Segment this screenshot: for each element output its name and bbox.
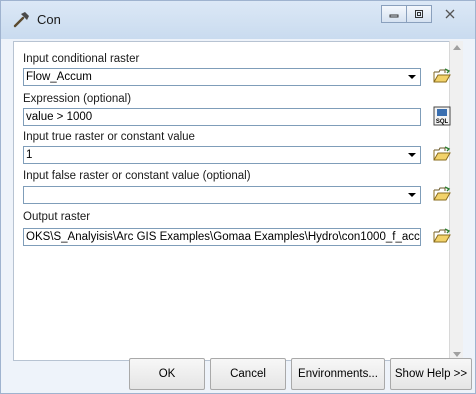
window-title: Con	[37, 12, 61, 27]
output-raster-label: Output raster	[23, 211, 91, 223]
sql-label: SQL	[436, 119, 449, 125]
hammer-icon	[13, 10, 31, 28]
input-raster-value: Flow_Accum	[26, 71, 92, 83]
show-help-button[interactable]: Show Help >>	[390, 358, 472, 390]
environments-button[interactable]: Environments...	[291, 358, 385, 390]
true-raster-select[interactable]: 1	[23, 146, 421, 164]
expression-input[interactable]: value > 1000	[23, 108, 421, 126]
open-folder-icon[interactable]	[431, 225, 453, 247]
open-folder-icon[interactable]	[431, 183, 453, 205]
false-raster-select[interactable]	[23, 186, 421, 204]
false-raster-label: Input false raster or constant value (op…	[23, 170, 251, 182]
output-raster-value: OKS\S_Analyisis\Arc GIS Examples\Gomaa E…	[26, 231, 420, 243]
input-raster-select[interactable]: Flow_Accum	[23, 68, 421, 86]
scroll-down-icon[interactable]	[453, 352, 461, 357]
chevron-down-icon[interactable]	[403, 147, 420, 163]
close-button[interactable]	[431, 5, 469, 23]
expression-label: Expression (optional)	[23, 93, 132, 105]
sql-query-icon[interactable]: SQL	[431, 105, 453, 127]
chevron-down-icon[interactable]	[403, 69, 420, 85]
output-raster-input[interactable]: OKS\S_Analyisis\Arc GIS Examples\Gomaa E…	[23, 228, 421, 246]
open-folder-icon[interactable]	[431, 143, 453, 165]
window-controls	[381, 5, 469, 23]
ok-button[interactable]: OK	[129, 358, 205, 390]
true-raster-value: 1	[26, 149, 33, 161]
input-raster-label: Input conditional raster	[23, 53, 140, 65]
close-icon	[445, 9, 455, 19]
title-bar[interactable]: Con	[1, 1, 475, 39]
open-folder-icon[interactable]	[431, 65, 453, 87]
scroll-up-icon[interactable]	[453, 45, 461, 50]
maximize-icon	[415, 10, 423, 18]
chevron-down-icon[interactable]	[403, 187, 420, 203]
minimize-button[interactable]	[381, 5, 407, 23]
maximize-button[interactable]	[406, 5, 432, 23]
con-dialog: Con Input conditional raster Flow_Accum …	[0, 0, 476, 394]
true-raster-label: Input true raster or constant value	[23, 131, 195, 143]
cancel-button[interactable]: Cancel	[210, 358, 286, 390]
minimize-icon	[389, 14, 399, 18]
expression-value: value > 1000	[26, 111, 93, 123]
